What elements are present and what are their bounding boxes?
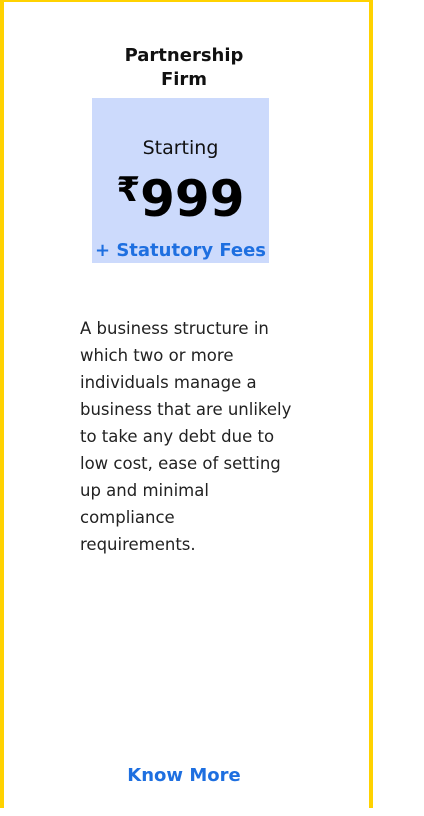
know-more-link[interactable]: Know More — [114, 764, 254, 788]
statutory-fees-link[interactable]: + Statutory Fees — [92, 239, 269, 263]
card-description: A business structure in which two or mor… — [80, 319, 292, 554]
starting-label: Starting — [142, 137, 219, 159]
card-title: Partnership Firm — [124, 45, 244, 90]
price-box: Starting ₹999 + Statutory Fees — [92, 98, 269, 263]
service-card: Partnership Firm Starting ₹999 + Statuto… — [0, 0, 373, 808]
price: ₹999 — [92, 168, 269, 230]
rupee-icon: ₹ — [116, 170, 141, 210]
price-amount: 999 — [140, 170, 245, 228]
